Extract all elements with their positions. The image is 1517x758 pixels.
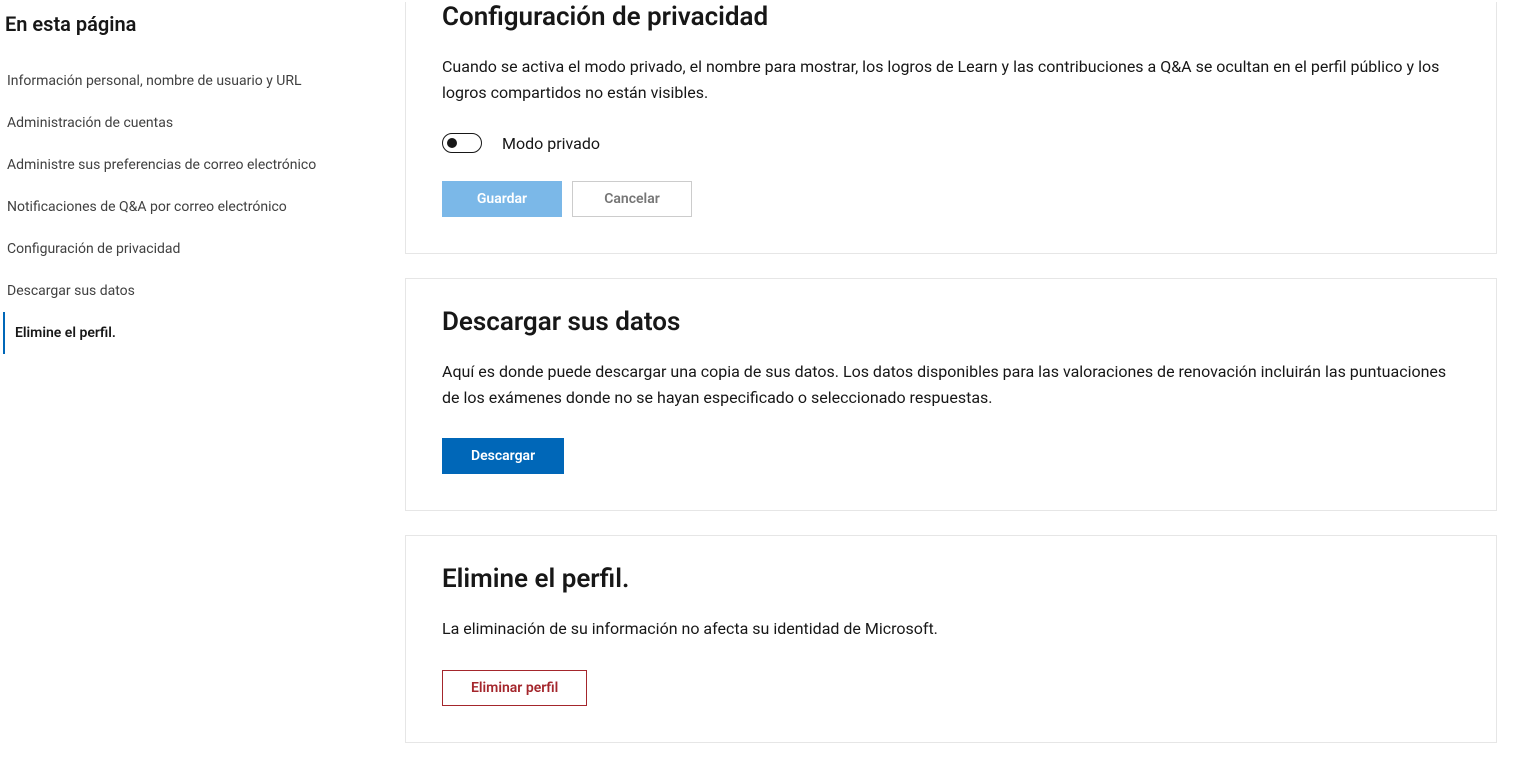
- sidebar-item-delete-profile[interactable]: Elimine el perfil.: [3, 312, 405, 354]
- download-title: Descargar sus datos: [442, 307, 1460, 337]
- delete-profile-button[interactable]: Eliminar perfil: [442, 670, 587, 706]
- sidebar-item-email-prefs[interactable]: Administre sus preferencias de correo el…: [5, 144, 405, 186]
- download-section: Descargar sus datos Aquí es donde puede …: [405, 278, 1497, 511]
- download-desc: Aquí es donde puede descargar una copia …: [442, 359, 1460, 410]
- delete-buttons: Eliminar perfil: [442, 670, 1460, 706]
- sidebar-nav: Información personal, nombre de usuario …: [5, 60, 405, 354]
- cancel-button[interactable]: Cancelar: [572, 181, 692, 217]
- sidebar-item-personal-info[interactable]: Información personal, nombre de usuario …: [5, 60, 405, 102]
- private-mode-toggle-row: Modo privado: [442, 133, 1460, 153]
- private-mode-toggle[interactable]: [442, 133, 482, 153]
- download-button[interactable]: Descargar: [442, 438, 564, 474]
- sidebar-item-qa-notifications[interactable]: Notificaciones de Q&A por correo electró…: [5, 186, 405, 228]
- sidebar: En esta página Información personal, nom…: [0, 0, 405, 758]
- sidebar-item-privacy-settings[interactable]: Configuración de privacidad: [5, 228, 405, 270]
- privacy-desc: Cuando se activa el modo privado, el nom…: [442, 54, 1460, 105]
- delete-section: Elimine el perfil. La eliminación de su …: [405, 535, 1497, 743]
- save-button[interactable]: Guardar: [442, 181, 562, 217]
- delete-desc: La eliminación de su información no afec…: [442, 616, 1460, 642]
- sidebar-title: En esta página: [5, 12, 405, 36]
- toggle-knob-icon: [447, 138, 457, 148]
- delete-title: Elimine el perfil.: [442, 564, 1460, 594]
- privacy-section: Configuración de privacidad Cuando se ac…: [405, 2, 1497, 254]
- main-content: Configuración de privacidad Cuando se ac…: [405, 0, 1517, 758]
- private-mode-label: Modo privado: [502, 134, 600, 153]
- sidebar-item-download-data[interactable]: Descargar sus datos: [5, 270, 405, 312]
- download-buttons: Descargar: [442, 438, 1460, 474]
- privacy-title: Configuración de privacidad: [442, 2, 1460, 32]
- privacy-buttons: Guardar Cancelar: [442, 181, 1460, 217]
- sidebar-item-account-admin[interactable]: Administración de cuentas: [5, 102, 405, 144]
